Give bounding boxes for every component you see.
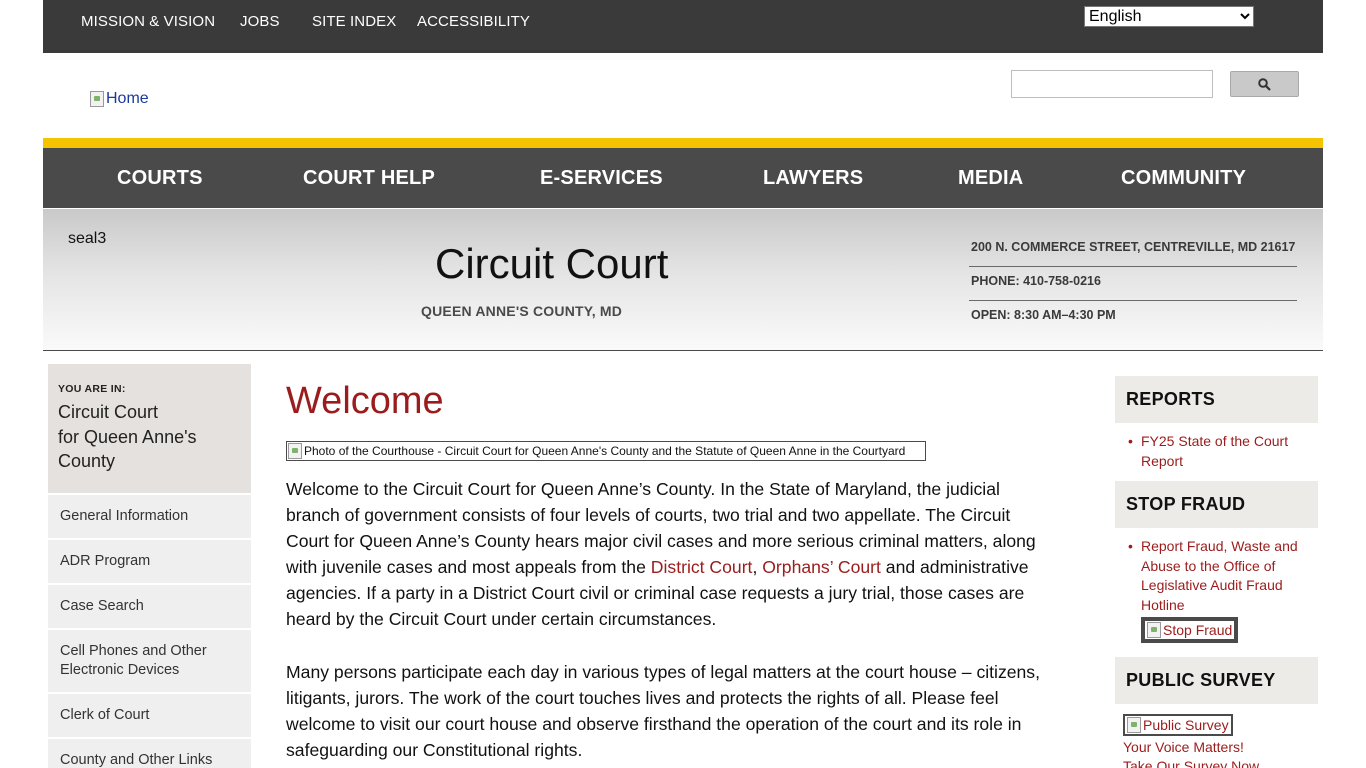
public-survey-alt: Public Survey [1143, 717, 1229, 733]
sidebar-item-clerk-of-court[interactable]: Clerk of Court [48, 692, 251, 737]
home-logo[interactable]: Home [90, 90, 149, 108]
you-are-in: YOU ARE IN: Circuit Court for Queen Anne… [48, 364, 251, 493]
search-input[interactable] [1011, 70, 1213, 98]
reports-heading: REPORTS [1115, 376, 1318, 423]
second-paragraph: Many persons participate each day in var… [286, 662, 1040, 760]
report-fraud-link[interactable]: Report Fraud, Waste and Abuse to the Off… [1123, 537, 1310, 615]
nav-accessibility[interactable]: ACCESSIBILITY [417, 13, 530, 30]
search-icon [1258, 77, 1271, 91]
sidebar-item-county-links[interactable]: County and Other Links [48, 737, 251, 768]
page-title: Welcome [286, 380, 444, 422]
sidebar-item-label: Cell Phones and Other [60, 643, 207, 659]
site-header: Home [43, 53, 1323, 138]
court-banner: seal3 Circuit Court QUEEN ANNE'S COUNTY,… [43, 209, 1323, 351]
court-address: 200 N. COMMERCE STREET, CENTREVILLE, MD … [969, 233, 1297, 267]
sidebar-item-case-search[interactable]: Case Search [48, 583, 251, 628]
sidebar-item-label: Case Search [60, 598, 144, 614]
broken-image-icon [1147, 622, 1161, 638]
stop-fraud-image[interactable]: Stop Fraud [1141, 617, 1239, 643]
main-nav-court-help[interactable]: COURT HELP [303, 167, 435, 190]
main-nav-media[interactable]: MEDIA [958, 167, 1023, 190]
main-nav-courts[interactable]: COURTS [117, 167, 203, 190]
stop-fraud-alt: Stop Fraud [1163, 622, 1233, 638]
broken-image-icon [288, 443, 302, 459]
language-select[interactable]: English [1084, 6, 1254, 27]
public-survey-image[interactable]: Public Survey [1123, 714, 1233, 736]
current-section-line: for Queen Anne's [58, 426, 197, 447]
broken-image-icon [90, 91, 104, 107]
court-phone: PHONE: 410-758-0216 [969, 267, 1297, 301]
sidebar-item-general-information[interactable]: General Information [48, 493, 251, 538]
orphans-court-link[interactable]: Orphans’ Court [762, 557, 881, 577]
stop-fraud-heading: STOP FRAUD [1115, 481, 1318, 528]
fraud-list: Report Fraud, Waste and Abuse to the Off… [1115, 528, 1318, 657]
sidebar-item-label: General Information [60, 508, 189, 524]
main-content: Welcome Photo of the Courthouse - Circui… [286, 380, 1056, 763]
home-logo-alt: Home [106, 90, 149, 107]
main-nav-lawyers[interactable]: LAWYERS [763, 167, 863, 190]
main-nav-community[interactable]: COMMUNITY [1121, 167, 1246, 190]
main-nav: COURTS COURT HELP E-SERVICES LAWYERS MED… [43, 148, 1323, 208]
fy25-report-link[interactable]: FY25 State of the Court Report [1123, 432, 1310, 471]
accent-bar [43, 138, 1323, 148]
right-sidebar: REPORTS FY25 State of the Court Report S… [1115, 376, 1318, 768]
district-court-link[interactable]: District Court [651, 557, 753, 577]
current-section[interactable]: Circuit Court for Queen Anne's County [58, 400, 241, 474]
reports-list: FY25 State of the Court Report [1115, 423, 1318, 481]
nav-site-index[interactable]: SITE INDEX [312, 13, 396, 30]
courthouse-photo-alt: Photo of the Courthouse - Circuit Court … [304, 444, 906, 458]
take-survey-link[interactable]: Take Our Survey Now [1123, 757, 1310, 768]
survey-block: Public Survey Your Voice Matters! Take O… [1115, 704, 1318, 768]
court-title: Circuit Court [435, 240, 669, 287]
utility-bar: MISSION & VISION JOBS SITE INDEX ACCESSI… [43, 0, 1323, 53]
search-button[interactable] [1230, 71, 1299, 97]
court-seal: seal3 [68, 230, 107, 247]
you-are-in-label: YOU ARE IN: [58, 383, 126, 395]
current-section-line: County [58, 451, 116, 471]
intro-paragraph: Welcome to the Circuit Court for Queen A… [286, 476, 1056, 632]
court-subtitle: QUEEN ANNE'S COUNTY, MD [421, 303, 623, 319]
sidebar-item-adr-program[interactable]: ADR Program [48, 538, 251, 583]
current-section-line: Circuit Court [58, 402, 159, 422]
your-voice-link[interactable]: Your Voice Matters! [1123, 738, 1310, 757]
left-sidebar: YOU ARE IN: Circuit Court for Queen Anne… [48, 364, 251, 768]
main-nav-e-services[interactable]: E-SERVICES [540, 167, 663, 190]
nav-jobs[interactable]: JOBS [240, 13, 280, 30]
contact-info: 200 N. COMMERCE STREET, CENTREVILLE, MD … [969, 233, 1297, 335]
broken-image-icon [1127, 717, 1141, 733]
nav-mission-vision[interactable]: MISSION & VISION [81, 13, 215, 30]
sidebar-item-label: Electronic Devices [60, 662, 180, 678]
sidebar-item-label: Clerk of Court [60, 707, 150, 723]
sidebar-item-label: ADR Program [60, 553, 151, 569]
sidebar-item-cell-phones[interactable]: Cell Phones and Other Electronic Devices [48, 628, 251, 692]
courthouse-photo: Photo of the Courthouse - Circuit Court … [286, 441, 926, 461]
court-hours: OPEN: 8:30 AM–4:30 PM [971, 308, 1116, 322]
public-survey-heading: PUBLIC SURVEY [1115, 657, 1318, 704]
sidebar-item-label: County and Other Links [60, 752, 213, 768]
link-separator: , [752, 557, 763, 577]
